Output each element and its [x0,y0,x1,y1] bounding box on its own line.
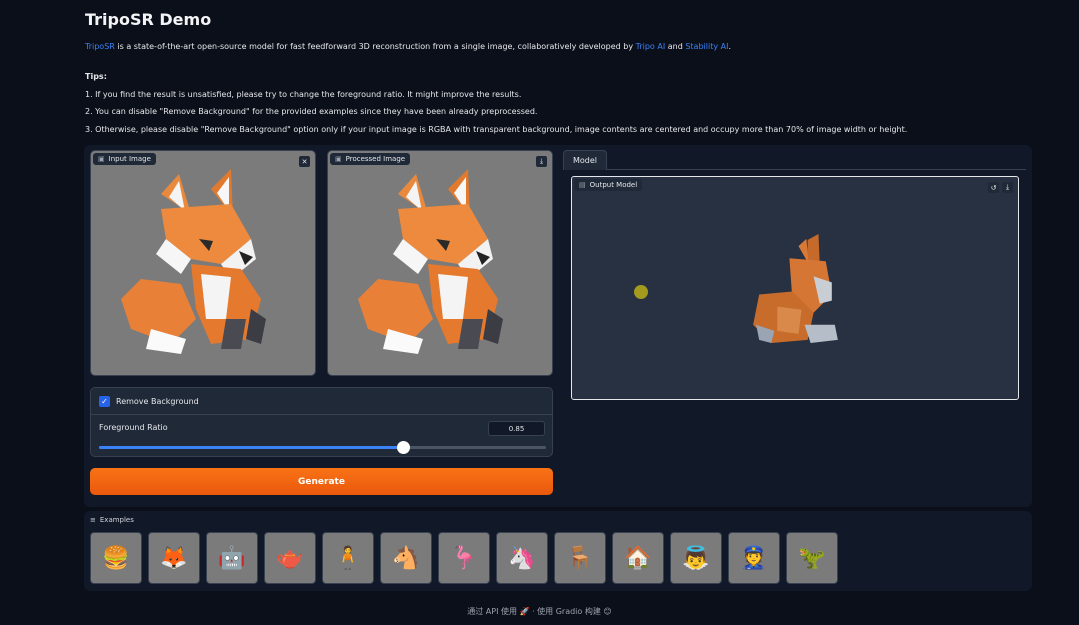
example-thumbnail[interactable]: 🐴 [380,532,432,584]
processed-image-box: ▣ Processed Image ⤓ [327,150,553,376]
controls-panel: ✓ Remove Background Foreground Ratio 0.8… [90,387,553,457]
list-icon: ≡ [90,516,96,524]
footer-separator: · [532,607,535,616]
example-thumbnail[interactable]: 🤖 [206,532,258,584]
description: TripoSR is a state-of-the-art open-sourc… [85,42,731,51]
processed-image-label-text: Processed Image [345,155,406,163]
generate-button[interactable]: Generate [90,468,553,495]
input-image-box[interactable]: ▣ Input Image ✕ [90,150,316,376]
slider-handle[interactable] [396,441,410,454]
fox-image [121,169,286,359]
tip-item: 3. Otherwise, please disable "Remove Bac… [85,124,908,134]
output-model-label: ▤ Output Model [574,179,643,191]
download-icon[interactable]: ⤓ [1002,182,1013,193]
example-thumbnail[interactable]: 🍔 [90,532,142,584]
example-thumbnail[interactable]: 🪑 [554,532,606,584]
tips: Tips: 1. If you find the result is unsat… [85,68,1005,138]
tripo-ai-link[interactable]: Tripo AI [636,42,666,51]
description-text: . [728,42,731,51]
page-title: TripoSR Demo [85,10,212,29]
input-image-label-text: Input Image [108,155,151,163]
3d-fox-model [753,234,838,343]
gradio-logo-icon: 😊 [603,607,612,616]
foreground-ratio-input[interactable]: 0.85 [488,421,545,436]
example-thumbnail[interactable]: 🦄 [496,532,548,584]
processed-image-label: ▣ Processed Image [330,153,411,165]
cursor-indicator [634,285,648,299]
foreground-ratio-slider[interactable] [99,441,546,454]
tip-item: 1. If you find the result is unsatisfied… [85,89,522,99]
image-icon: ▣ [335,155,342,163]
example-thumbnail[interactable]: 🏠 [612,532,664,584]
input-image-label: ▣ Input Image [93,153,156,165]
slider-fill [99,446,403,449]
example-thumbnail[interactable]: 🫖 [264,532,316,584]
tab-model[interactable]: Model [563,150,607,170]
example-thumbnail[interactable]: 🦊 [148,532,200,584]
example-thumbnail[interactable]: 👮 [728,532,780,584]
tip-item: 2. You can disable "Remove Background" f… [85,107,538,116]
rocket-icon: 🚀 [519,607,530,616]
foreground-ratio-label: Foreground Ratio [99,423,168,432]
remove-background-label: Remove Background [116,396,199,406]
tips-heading: Tips: [85,72,107,81]
description-text: and [665,42,686,51]
fox-image [358,169,523,359]
built-with-gradio-link[interactable]: 使用 Gradio 构建 [537,607,601,616]
output-model-viewer[interactable]: ▤ Output Model ↺ ⤓ [571,176,1019,400]
undo-icon[interactable]: ↺ [988,182,999,193]
example-thumbnail[interactable]: 🦖 [786,532,838,584]
example-thumbnail[interactable]: 🦩 [438,532,490,584]
triposr-link[interactable]: TripoSR [85,42,115,51]
use-via-api-link[interactable]: 通过 API 使用 [467,607,517,616]
description-text: is a state-of-the-art open-source model … [114,42,636,51]
download-icon[interactable]: ⤓ [536,156,547,167]
footer: 通过 API 使用 🚀 · 使用 Gradio 构建 😊 [0,606,1079,617]
close-icon[interactable]: ✕ [299,156,310,167]
examples-label-text: Examples [99,516,134,524]
stability-ai-link[interactable]: Stability AI [685,42,728,51]
remove-background-row[interactable]: ✓ Remove Background [91,388,552,415]
file-icon: ▤ [579,181,586,189]
examples-label: ≡ Examples [90,516,134,524]
examples-panel: ≡ Examples 🍔 🦊 🤖 🫖 🧍 🐴 🦩 🦄 🪑 🏠 👼 👮 🦖 [84,511,1032,591]
image-icon: ▣ [98,155,105,163]
example-thumbnail[interactable]: 👼 [670,532,722,584]
output-model-label-text: Output Model [589,181,638,189]
remove-background-checkbox[interactable]: ✓ [99,395,110,407]
model-panel: Model ▤ Output Model ↺ ⤓ [563,150,1026,405]
example-thumbnail[interactable]: 🧍 [322,532,374,584]
tab-divider [607,169,1026,170]
examples-thumbnails: 🍔 🦊 🤖 🫖 🧍 🐴 🦩 🦄 🪑 🏠 👼 👮 🦖 [90,532,838,584]
